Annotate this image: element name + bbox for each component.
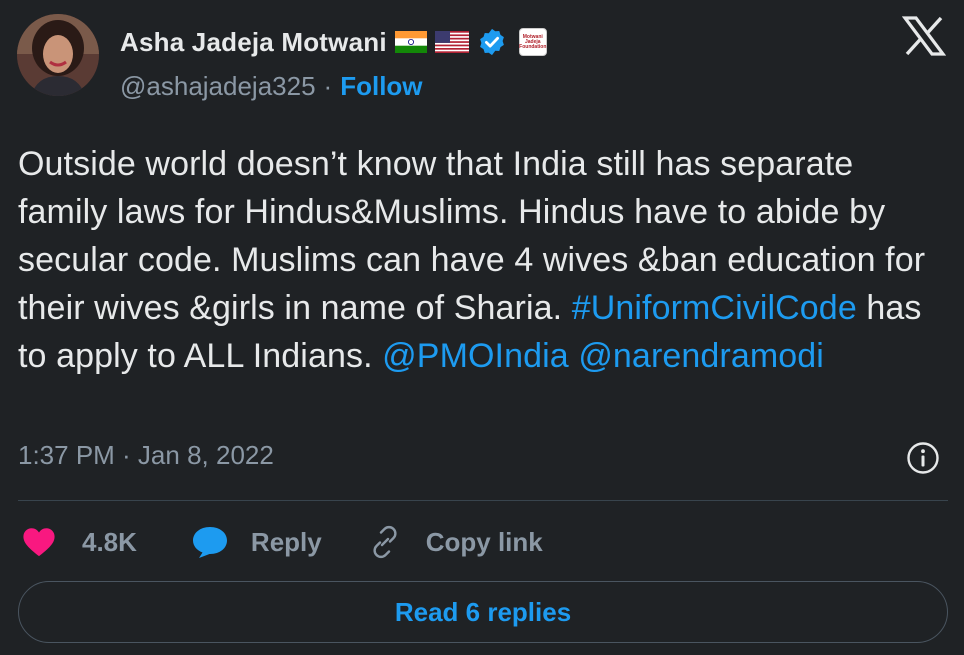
heart-icon: [23, 528, 55, 557]
like-button[interactable]: 4.8K: [22, 526, 137, 558]
avatar[interactable]: [17, 14, 99, 96]
author-handle-row: @ashajadeja325 · Follow: [120, 70, 423, 102]
affiliation-badge[interactable]: Motwani Jadeja Foundation: [518, 28, 547, 56]
info-icon[interactable]: [906, 441, 940, 475]
speech-bubble-icon: [192, 527, 227, 558]
like-count: 4.8K: [82, 526, 137, 557]
handle-separator: ·: [323, 70, 333, 101]
mention-link[interactable]: @PMOIndia: [382, 337, 569, 375]
mention-link[interactable]: @narendramodi: [578, 337, 824, 375]
verified-icon[interactable]: [477, 27, 507, 57]
link-icon: [373, 525, 397, 559]
copy-link-label: Copy link: [425, 526, 543, 557]
india-flag-icon: [394, 31, 427, 53]
copy-link-button[interactable]: Copy link: [368, 525, 543, 559]
hashtag-link[interactable]: #UniformCivilCode: [572, 289, 857, 327]
reply-button[interactable]: Reply: [191, 525, 322, 559]
x-logo-icon[interactable]: [902, 16, 946, 56]
reply-label: Reply: [250, 526, 322, 557]
tweet-card: Asha Jadeja Motwani Motwani Jadeja Found…: [0, 0, 964, 655]
tweet-text-part: [569, 337, 579, 375]
tweet-text: Outside world doesn’t know that India st…: [18, 140, 948, 380]
action-bar: 4.8K Reply Copy link: [22, 520, 543, 564]
follow-button[interactable]: Follow: [340, 71, 422, 102]
read-replies-button[interactable]: Read 6 replies: [18, 581, 948, 643]
author-display-name[interactable]: Asha Jadeja Motwani: [120, 27, 387, 58]
divider: [18, 500, 948, 501]
author-name-row: Asha Jadeja Motwani Motwani Jadeja Found…: [120, 24, 547, 60]
author-handle[interactable]: @ashajadeja325: [120, 71, 316, 102]
affiliation-badge-line-3: Foundation: [519, 43, 547, 50]
usa-flag-icon: [434, 31, 469, 53]
tweet-timestamp[interactable]: 1:37 PM · Jan 8, 2022: [18, 440, 274, 471]
